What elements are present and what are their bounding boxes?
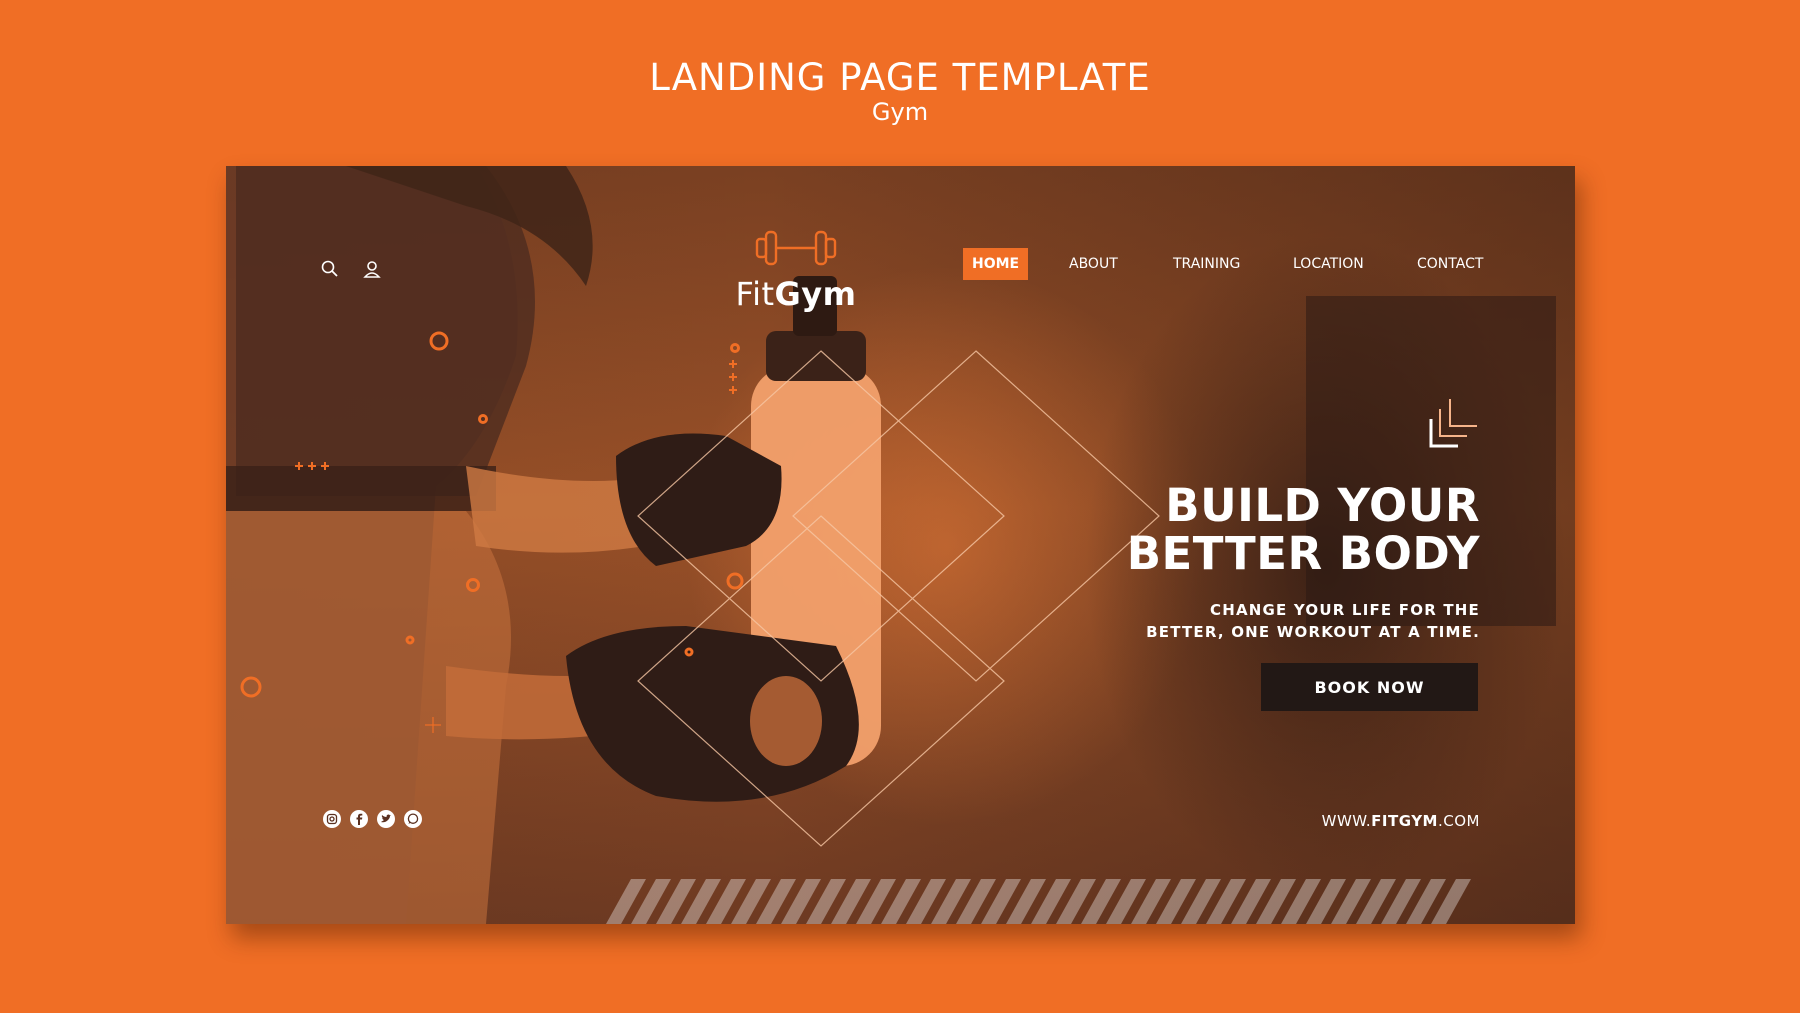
hero-title-line2: BETTER BODY (1126, 527, 1480, 580)
whatsapp-icon[interactable] (404, 810, 422, 828)
fitgym-logo[interactable]: FitGym (728, 226, 864, 313)
social-icons (323, 810, 422, 828)
hero-subtitle-line2: BETTER, ONE WORKOUT AT A TIME. (1146, 623, 1480, 641)
nav-home[interactable]: HOME (963, 248, 1029, 280)
twitter-icon[interactable] (377, 810, 395, 828)
landing-page-card: FitGym HOME ABOUT TRAINING LOCATION CONT… (226, 166, 1575, 924)
nav-about[interactable]: ABOUT (1069, 248, 1118, 280)
showcase-title: LANDING PAGE TEMPLATE (649, 56, 1151, 99)
hero-title-line1: BUILD YOUR (1165, 479, 1480, 532)
hero-subtitle-line1: CHANGE YOUR LIFE FOR THE (1210, 601, 1480, 619)
instagram-icon[interactable] (323, 810, 341, 828)
facebook-icon[interactable] (350, 810, 368, 828)
hero-title: BUILD YOUR BETTER BODY (1127, 482, 1480, 578)
website-url[interactable]: WWW.FITGYM.COM (1322, 812, 1480, 830)
book-now-button[interactable]: BOOK NOW (1261, 663, 1478, 711)
dumbbell-icon (755, 230, 837, 266)
nav-location[interactable]: LOCATION (1293, 248, 1364, 280)
logo-text: FitGym (735, 275, 857, 313)
search-icon[interactable] (320, 259, 340, 279)
showcase-subtitle: Gym (871, 98, 929, 126)
hero-subtitle: CHANGE YOUR LIFE FOR THE BETTER, ONE WOR… (1120, 599, 1480, 643)
nav-contact[interactable]: CONTACT (1417, 248, 1483, 280)
user-icon[interactable] (362, 259, 382, 279)
nav-training[interactable]: TRAINING (1173, 248, 1240, 280)
